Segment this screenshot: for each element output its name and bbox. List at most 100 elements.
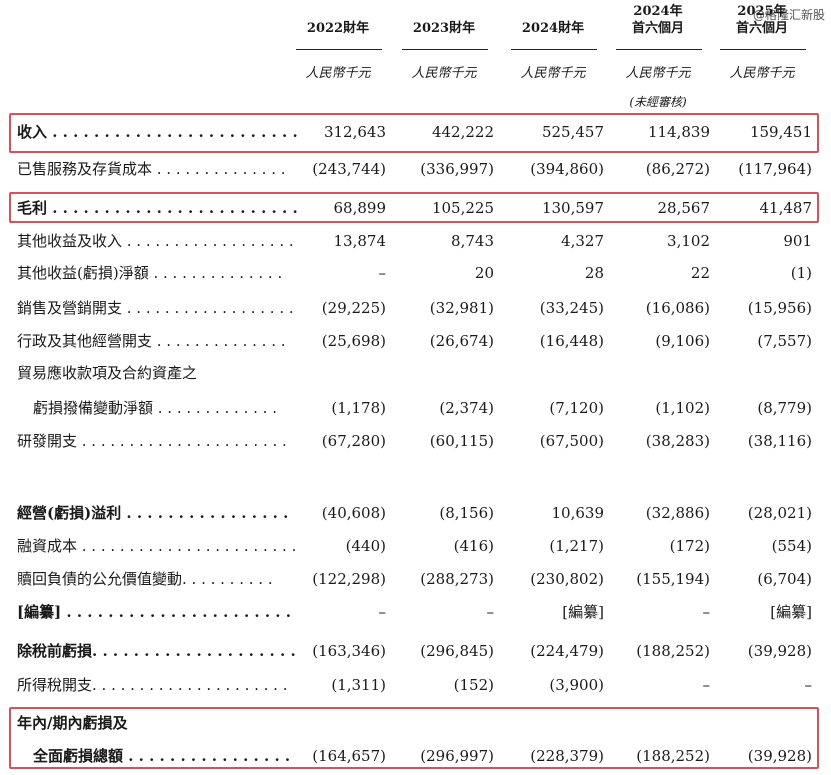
row-value: – <box>486 603 495 621</box>
row-value: – <box>378 264 387 282</box>
row-label: 贖回負債的公允價值變動. . . . . . . . . . <box>17 570 273 588</box>
row-value: (28,021) <box>747 504 812 522</box>
row-value: 901 <box>783 232 812 250</box>
row-value: (336,997) <box>420 160 494 178</box>
column-unit: 人民幣千元 <box>625 66 691 81</box>
highlight-box-gross-profit <box>9 192 819 223</box>
row-value: (67,280) <box>321 432 386 450</box>
row-value: (67,500) <box>539 432 604 450</box>
row-label: 研發開支 . . . . . . . . . . . . . . . . . .… <box>17 432 287 450</box>
row-value: (394,860) <box>530 160 604 178</box>
header-underline <box>720 49 806 50</box>
row-value: (60,115) <box>429 432 494 450</box>
row-value: (86,272) <box>645 160 710 178</box>
table-row: 行政及其他經營開支 . . . . . . . . . . . . . . (25… <box>0 330 831 352</box>
row-value: (32,981) <box>429 299 494 317</box>
row-value: 10,639 <box>551 504 605 522</box>
row-value: (416) <box>453 537 494 555</box>
table-row: 其他收益(虧損)淨額 . . . . . . . . . . . . . . – 2… <box>0 262 831 284</box>
row-value: (16,086) <box>645 299 710 317</box>
row-value: (2,374) <box>439 399 494 417</box>
table-row: 贖回負債的公允價值變動. . . . . . . . . . (122,298) (… <box>0 568 831 590</box>
row-value: (25,698) <box>321 332 386 350</box>
header-underline <box>296 49 382 50</box>
column-unit: 人民幣千元 <box>729 66 795 81</box>
row-value: 22 <box>690 264 710 282</box>
row-value: – <box>702 603 711 621</box>
row-value: (440) <box>345 537 386 555</box>
header-underline <box>402 49 488 50</box>
row-value: (16,448) <box>539 332 604 350</box>
column-header-line2: 首六個月 <box>631 21 684 36</box>
row-value: 28 <box>584 264 604 282</box>
row-value: (9,106) <box>655 332 710 350</box>
row-value: (3,900) <box>549 676 604 694</box>
row-value: (8,156) <box>439 504 494 522</box>
row-label: 除稅前虧損. . . . . . . . . . . . . . . . . .… <box>17 642 297 660</box>
row-value: (243,744) <box>312 160 386 178</box>
column-unit: 人民幣千元 <box>305 66 371 81</box>
table-row: 銷售及營銷開支 . . . . . . . . . . . . . . . . … <box>0 297 831 319</box>
row-label: 貿易應收款項及合約資產之 <box>17 364 198 382</box>
row-label: 銷售及營銷開支 . . . . . . . . . . . . . . . . … <box>17 299 294 317</box>
header-underline <box>616 49 702 50</box>
column-header: 2024財年 <box>506 3 600 37</box>
row-label: 所得稅開支. . . . . . . . . . . . . . . . . .… <box>17 676 288 694</box>
row-value: 4,327 <box>561 232 604 250</box>
row-value: – <box>702 676 711 694</box>
row-value: (155,194) <box>636 570 710 588</box>
table-row: 其他收益及收入 . . . . . . . . . . . . . . . . … <box>0 230 831 252</box>
row-label: 其他收益(虧損)淨額 . . . . . . . . . . . . . . <box>17 264 283 282</box>
row-value: (39,928) <box>747 642 812 660</box>
table-row: 經營(虧損)溢利 . . . . . . . . . . . . . . . .… <box>0 502 831 524</box>
row-value: (38,283) <box>645 432 710 450</box>
row-value: (1,178) <box>331 399 386 417</box>
column-header: 2022財年 <box>291 3 385 37</box>
row-value: (296,845) <box>420 642 494 660</box>
row-value: – <box>378 603 387 621</box>
column-header-line1 <box>397 3 491 20</box>
column-unit: 人民幣千元 <box>411 66 477 81</box>
column-header-line2: 首六個月 <box>735 21 788 36</box>
table-row: [編纂] . . . . . . . . . . . . . . . . . .… <box>0 601 831 623</box>
column-header-line1 <box>506 3 600 20</box>
table-row: 融資成本 . . . . . . . . . . . . . . . . . .… <box>0 535 831 557</box>
row-value: (7,557) <box>757 332 812 350</box>
header-underline <box>511 49 597 50</box>
column-header-line1 <box>291 3 385 20</box>
row-value: (554) <box>771 537 812 555</box>
row-value: 13,874 <box>333 232 387 250</box>
column-note: (未經審核) <box>629 95 687 109</box>
row-value: (32,886) <box>645 504 710 522</box>
table-row: 貿易應收款項及合約資產之 <box>0 362 831 384</box>
table-row: 研發開支 . . . . . . . . . . . . . . . . . .… <box>0 430 831 452</box>
row-value: (26,674) <box>429 332 494 350</box>
row-value: (8,779) <box>757 399 812 417</box>
row-label: 行政及其他經營開支 . . . . . . . . . . . . . . <box>17 332 286 350</box>
row-value: [編纂] <box>770 603 812 621</box>
row-label: 已售服務及存貨成本 . . . . . . . . . . . . . . <box>17 160 286 178</box>
column-header-line1: 2025年 <box>737 4 787 19</box>
row-value: (224,479) <box>530 642 604 660</box>
row-value: (40,608) <box>321 504 386 522</box>
row-value: [編纂] <box>562 603 604 621</box>
row-value: – <box>804 676 813 694</box>
row-value: (1) <box>790 264 812 282</box>
row-value: (230,802) <box>530 570 604 588</box>
row-value: 20 <box>474 264 494 282</box>
row-value: (6,704) <box>757 570 812 588</box>
column-header-line2: 2022財年 <box>306 21 370 36</box>
column-header: 2023財年 <box>397 3 491 37</box>
row-value: (1,217) <box>549 537 604 555</box>
row-value: (152) <box>453 676 494 694</box>
column-header: 2025年首六個月 <box>715 3 809 37</box>
row-value: (33,245) <box>539 299 604 317</box>
row-value: (15,956) <box>747 299 812 317</box>
table-row: 所得稅開支. . . . . . . . . . . . . . . . . .… <box>0 674 831 696</box>
table-row: 已售服務及存貨成本 . . . . . . . . . . . . . . (24… <box>0 158 831 180</box>
row-value: (122,298) <box>312 570 386 588</box>
row-value: (163,346) <box>312 642 386 660</box>
column-header-line2: 2024財年 <box>521 21 585 36</box>
row-value: (117,964) <box>738 160 812 178</box>
row-label: 融資成本 . . . . . . . . . . . . . . . . . .… <box>17 537 297 555</box>
